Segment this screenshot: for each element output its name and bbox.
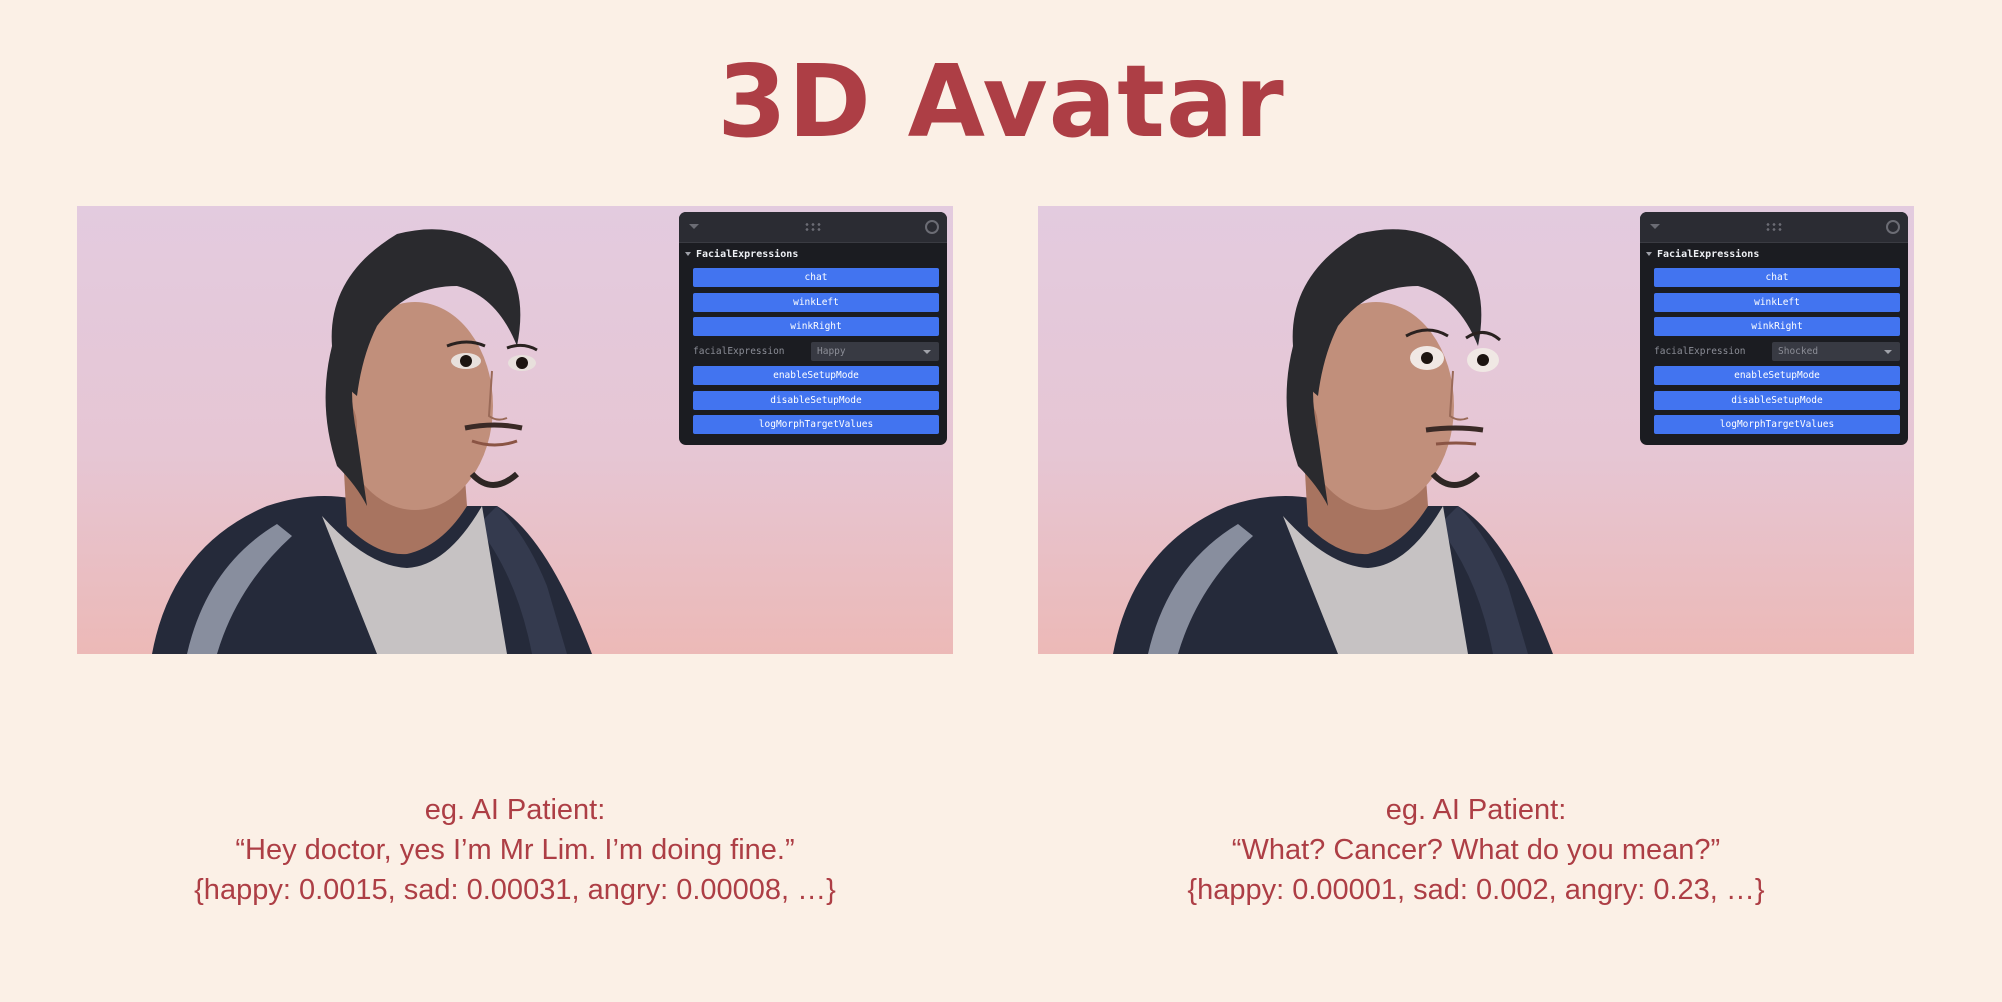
caption-quote: “Hey doctor, yes I’m Mr Lim. I’m doing f… (235, 834, 795, 866)
caption-emotion-scores: {happy: 0.00001, sad: 0.002, angry: 0.23… (1187, 874, 1765, 906)
facial-expression-select[interactable]: Happy (811, 341, 939, 361)
gui-panel: FacialExpressions chat winkLeft winkRigh… (679, 212, 947, 445)
enable-setup-mode-button[interactable]: enableSetupMode (1654, 366, 1900, 385)
wink-left-button[interactable]: winkLeft (1654, 292, 1900, 312)
chat-button[interactable]: chat (1654, 268, 1900, 287)
caption-emotion-scores: {happy: 0.0015, sad: 0.00031, angry: 0.0… (194, 874, 836, 906)
caption-happy: eg. AI Patient: “Hey doctor, yes I’m Mr … (65, 790, 965, 910)
gui-folder-title[interactable]: FacialExpressions (685, 248, 798, 262)
wink-left-button[interactable]: winkLeft (693, 292, 939, 312)
drag-handle-icon[interactable] (804, 222, 822, 232)
disable-setup-mode-button[interactable]: disableSetupMode (1654, 390, 1900, 410)
gui-folder-title[interactable]: FacialExpressions (1646, 248, 1759, 262)
caption-quote: “What? Cancer? What do you mean?” (1231, 834, 1721, 866)
caption-speaker: eg. AI Patient: (424, 794, 606, 826)
log-morph-target-values-button[interactable]: logMorphTargetValues (693, 415, 939, 434)
search-icon[interactable] (925, 220, 939, 234)
wink-right-button[interactable]: winkRight (1654, 317, 1900, 336)
facial-expression-label: facialExpression (1654, 345, 1746, 357)
facial-expression-value: Shocked (1778, 345, 1819, 357)
folder-toggle-icon (685, 252, 691, 256)
facial-expression-label: facialExpression (693, 345, 785, 357)
facial-expression-value: Happy (817, 345, 846, 357)
search-icon[interactable] (1886, 220, 1900, 234)
collapse-chevron-icon[interactable] (689, 224, 699, 229)
chat-button[interactable]: chat (693, 268, 939, 287)
disable-setup-mode-button[interactable]: disableSetupMode (693, 390, 939, 410)
drag-handle-icon[interactable] (1765, 222, 1783, 232)
avatar-viewport-happy[interactable]: FacialExpressions chat winkLeft winkRigh… (77, 206, 953, 654)
log-morph-target-values-button[interactable]: logMorphTargetValues (1654, 415, 1900, 434)
enable-setup-mode-button[interactable]: enableSetupMode (693, 366, 939, 385)
collapse-chevron-icon[interactable] (1650, 224, 1660, 229)
folder-label: FacialExpressions (696, 249, 799, 260)
gui-panel: FacialExpressions chat winkLeft winkRigh… (1640, 212, 1908, 445)
folder-toggle-icon (1646, 252, 1652, 256)
facial-expression-row: facialExpression Happy (693, 341, 939, 361)
chevron-down-icon (923, 349, 931, 354)
gui-header[interactable] (679, 212, 947, 243)
page-title: 3D Avatar (717, 43, 1285, 160)
wink-right-button[interactable]: winkRight (693, 317, 939, 336)
gui-header[interactable] (1640, 212, 1908, 243)
chevron-down-icon (1884, 349, 1892, 354)
caption-speaker: eg. AI Patient: (1385, 794, 1567, 826)
folder-label: FacialExpressions (1657, 249, 1760, 260)
caption-shocked: eg. AI Patient: “What? Cancer? What do y… (1026, 790, 1926, 910)
facial-expression-row: facialExpression Shocked (1654, 341, 1900, 361)
facial-expression-select[interactable]: Shocked (1772, 341, 1900, 361)
avatar-viewport-shocked[interactable]: FacialExpressions chat winkLeft winkRigh… (1038, 206, 1914, 654)
